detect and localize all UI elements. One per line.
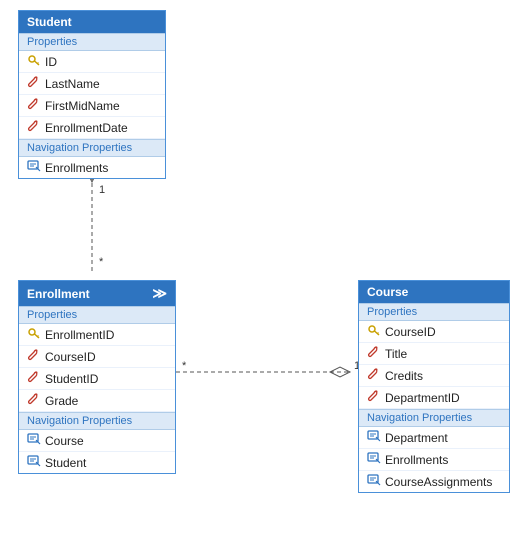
student-prop-firstmidname: FirstMidName (19, 95, 165, 117)
wrench-icon (367, 345, 381, 362)
enrollment-prop-grade: Grade (19, 390, 175, 412)
course-properties-label: Properties (359, 303, 509, 321)
nav-icon (27, 159, 41, 176)
nav-icon (27, 432, 41, 449)
course-prop-title: Title (359, 343, 509, 365)
wrench-icon (27, 348, 41, 365)
enrollment-prop-courseid: CourseID (19, 346, 175, 368)
student-prop-enrollmentdate: EnrollmentDate (19, 117, 165, 139)
nav-icon (367, 451, 381, 468)
course-prop-credits: Credits (359, 365, 509, 387)
collapse-icon[interactable]: ≫ (152, 285, 167, 302)
wrench-icon (367, 367, 381, 384)
nav-icon (367, 429, 381, 446)
student-navprops-label: Navigation Properties (19, 139, 165, 157)
wrench-icon (27, 392, 41, 409)
enrollment-prop-id: EnrollmentID (19, 324, 175, 346)
entity-student-title: Student (27, 15, 72, 29)
entity-course: Course Properties CourseID Title Credits (358, 280, 510, 493)
wrench-icon (27, 75, 41, 92)
student-properties-label: Properties (19, 33, 165, 51)
enrollment-prop-studentid: StudentID (19, 368, 175, 390)
course-nav-courseassignments: CourseAssignments (359, 471, 509, 492)
enrollment-navprops-label: Navigation Properties (19, 412, 175, 430)
enrollment-nav-course: Course (19, 430, 175, 452)
entity-course-title: Course (367, 285, 408, 299)
entity-course-header: Course (359, 281, 509, 303)
entity-student-header: Student (19, 11, 165, 33)
course-prop-id: CourseID (359, 321, 509, 343)
student-prop-lastname: LastName (19, 73, 165, 95)
nav-icon (367, 473, 381, 490)
course-nav-enrollments: Enrollments (359, 449, 509, 471)
key-icon (27, 326, 41, 343)
course-prop-departmentid: DepartmentID (359, 387, 509, 409)
svg-text:*: * (182, 360, 187, 372)
entity-student: Student Properties ID LastName FirstMidN… (18, 10, 166, 179)
key-icon (367, 323, 381, 340)
nav-icon (27, 454, 41, 471)
student-prop-id: ID (19, 51, 165, 73)
enrollment-nav-student: Student (19, 452, 175, 473)
wrench-icon (27, 370, 41, 387)
entity-enrollment: Enrollment ≫ Properties EnrollmentID Cou… (18, 280, 176, 474)
diagram-canvas: 1 * * 1 Student Properties ID LastName (0, 0, 524, 535)
wrench-icon (367, 389, 381, 406)
student-nav-enrollments: Enrollments (19, 157, 165, 178)
wrench-icon (27, 119, 41, 136)
course-nav-department: Department (359, 427, 509, 449)
entity-enrollment-header: Enrollment ≫ (19, 281, 175, 306)
course-navprops-label: Navigation Properties (359, 409, 509, 427)
entity-enrollment-title: Enrollment (27, 287, 90, 301)
svg-text:*: * (99, 256, 104, 268)
wrench-icon (27, 97, 41, 114)
key-icon (27, 53, 41, 70)
svg-text:1: 1 (99, 184, 105, 196)
enrollment-properties-label: Properties (19, 306, 175, 324)
